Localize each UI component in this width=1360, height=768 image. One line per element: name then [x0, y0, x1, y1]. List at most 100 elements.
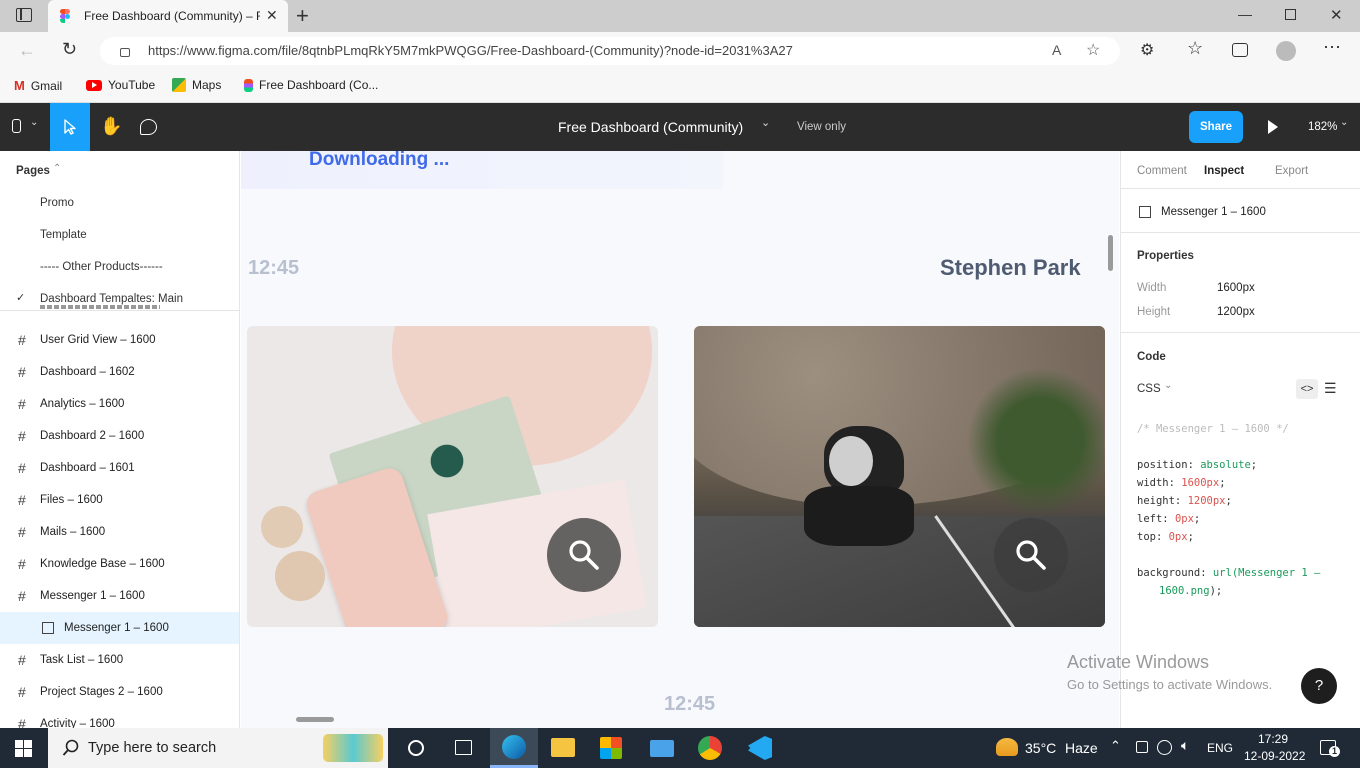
layer-label: Mails – 1600 [40, 526, 106, 538]
zoom-level[interactable]: 182% [1308, 121, 1337, 133]
close-window-icon[interactable]: ✕ [1330, 6, 1343, 24]
chrome-icon[interactable] [698, 736, 722, 760]
page-item[interactable]: Promo [40, 197, 74, 209]
taskbar-search-box[interactable]: Type here to search [48, 728, 388, 768]
list-view-icon[interactable]: ☰ [1324, 380, 1337, 397]
more-icon[interactable]: ⋯ [1323, 37, 1341, 58]
code-end: ); [1209, 585, 1223, 597]
pages-chevron-icon[interactable]: ⌃ [53, 163, 61, 174]
vertical-scrollbar[interactable] [1108, 235, 1113, 271]
horizontal-scrollbar[interactable] [296, 717, 334, 722]
layer-row[interactable]: # Dashboard 2 – 1600 [0, 420, 239, 452]
minimize-icon[interactable]: — [1238, 6, 1252, 22]
task-view-icon[interactable] [455, 740, 472, 755]
layer-label: Files – 1600 [40, 494, 103, 506]
layer-row[interactable]: # Files – 1600 [0, 484, 239, 516]
share-button[interactable]: Share [1189, 111, 1243, 143]
url-field[interactable]: https://www.figma.com/file/8qtnbPLmqRkY5… [100, 37, 1120, 65]
code-line: 1600.png); [1159, 585, 1222, 597]
browser-tab[interactable]: Free Dashboard (Community) – F ✕ [48, 0, 288, 32]
youtube-icon [86, 79, 102, 91]
windows-start-icon[interactable] [15, 740, 32, 757]
layer-row[interactable]: # User Grid View – 1600 [0, 324, 239, 356]
main-menu-button[interactable]: ⌄ [10, 117, 42, 137]
code-line: top: 0px; [1137, 531, 1194, 543]
divider [1121, 232, 1360, 233]
page-item-current[interactable]: Dashboard Tempaltes: Main [40, 293, 183, 305]
bookmark-gmail[interactable]: M Gmail [14, 78, 62, 93]
tray-chevron-up-icon[interactable]: ⌃ [1110, 738, 1121, 754]
layer-row[interactable]: # Activity – 1600 [0, 708, 239, 728]
bookmark-youtube[interactable]: YouTube [86, 78, 155, 92]
add-favorite-icon[interactable]: ☆ [1086, 40, 1100, 60]
figma-toolbar: ⌄ ✋ Free Dashboard (Community) ⌄ View on… [0, 103, 1360, 151]
comment-tool-icon[interactable] [140, 119, 157, 135]
file-menu-chevron-icon[interactable]: ⌄ [761, 116, 770, 129]
volume-icon[interactable]: 🔈︎ [1181, 737, 1189, 754]
search-overlay-button[interactable] [547, 518, 621, 592]
bookmark-maps[interactable]: Maps [172, 78, 221, 92]
clock-date[interactable]: 12-09-2022 [1244, 749, 1305, 763]
code-value: 1600px [1181, 477, 1220, 489]
layer-row[interactable]: # Dashboard – 1602 [0, 356, 239, 388]
design-canvas[interactable]: Downloading ... 12:45 Stephen Park 12:45 [241, 151, 1119, 728]
back-icon[interactable]: ← [18, 40, 36, 61]
chevron-down-icon[interactable]: ⌄ [1164, 380, 1172, 391]
pages-label[interactable]: Pages [16, 165, 50, 177]
page-item[interactable]: Template [40, 229, 87, 241]
store-icon[interactable] [600, 737, 622, 759]
notification-center-icon[interactable]: 1 [1320, 740, 1340, 757]
tab-export[interactable]: Export [1275, 165, 1308, 177]
mail-icon[interactable] [650, 740, 674, 757]
profile-avatar[interactable] [1276, 41, 1296, 61]
restore-icon[interactable] [1285, 9, 1296, 20]
tab-comment[interactable]: Comment [1137, 165, 1187, 177]
inspect-panel: Comment Inspect Export Messenger 1 – 160… [1120, 151, 1360, 728]
bookmark-label: Free Dashboard (Co... [259, 78, 379, 92]
new-tab-icon[interactable]: + [296, 3, 309, 29]
image-card-motorcycle[interactable] [694, 326, 1105, 627]
hand-tool-icon[interactable]: ✋ [100, 116, 122, 137]
page-item[interactable]: ----- Other Products------ [40, 261, 163, 273]
image-card-stationery[interactable] [247, 326, 658, 627]
bookmark-figma[interactable]: Free Dashboard (Co... [244, 78, 378, 92]
layer-row[interactable]: # Task List – 1600 [0, 644, 239, 676]
search-overlay-button[interactable] [994, 518, 1068, 592]
language-indicator[interactable]: ENG [1207, 741, 1233, 755]
collections-icon[interactable] [1232, 43, 1248, 57]
contact-name: Stephen Park [940, 255, 1081, 280]
extensions-icon[interactable]: ⚙ [1140, 40, 1154, 60]
layer-row[interactable]: # Mails – 1600 [0, 516, 239, 548]
weather-temp[interactable]: 35°C [1025, 740, 1056, 756]
zoom-chevron-icon[interactable]: ⌄ [1340, 117, 1348, 128]
network-icon[interactable] [1157, 740, 1172, 755]
file-explorer-icon[interactable] [551, 738, 575, 757]
help-button[interactable]: ? [1301, 668, 1337, 704]
layer-row[interactable]: # Dashboard – 1601 [0, 452, 239, 484]
present-play-icon[interactable] [1268, 120, 1278, 134]
weather-desc[interactable]: Haze [1065, 740, 1098, 756]
code-view-toggle-icon[interactable]: <> [1296, 379, 1318, 399]
tab-actions-icon[interactable] [16, 8, 32, 22]
layer-row[interactable]: # Knowledge Base – 1600 [0, 548, 239, 580]
read-aloud-icon[interactable]: A [1052, 42, 1061, 58]
layer-row-selected[interactable]: Messenger 1 – 1600 [0, 612, 239, 644]
cortana-icon[interactable] [408, 740, 424, 756]
edge-app-active[interactable] [490, 728, 538, 768]
move-tool-button[interactable] [50, 103, 90, 151]
tab-inspect[interactable]: Inspect [1204, 165, 1244, 177]
favorites-icon[interactable]: ☆ [1187, 38, 1203, 59]
weather-icon[interactable] [996, 738, 1018, 756]
meet-now-icon[interactable] [1136, 741, 1148, 753]
file-title[interactable]: Free Dashboard (Community) [558, 119, 743, 135]
code-line: height: 1200px; [1137, 495, 1232, 507]
layer-row[interactable]: # Messenger 1 – 1600 [0, 580, 239, 612]
browser-address-bar: ← ↻ https://www.figma.com/file/8qtnbPLmq… [0, 32, 1360, 70]
refresh-icon[interactable]: ↻ [62, 39, 77, 60]
clock-time[interactable]: 17:29 [1258, 732, 1288, 746]
language-select[interactable]: CSS [1137, 383, 1161, 395]
tab-close-icon[interactable]: ✕ [266, 7, 278, 24]
vscode-icon[interactable] [748, 736, 772, 760]
layer-row[interactable]: # Project Stages 2 – 1600 [0, 676, 239, 708]
layer-row[interactable]: # Analytics – 1600 [0, 388, 239, 420]
